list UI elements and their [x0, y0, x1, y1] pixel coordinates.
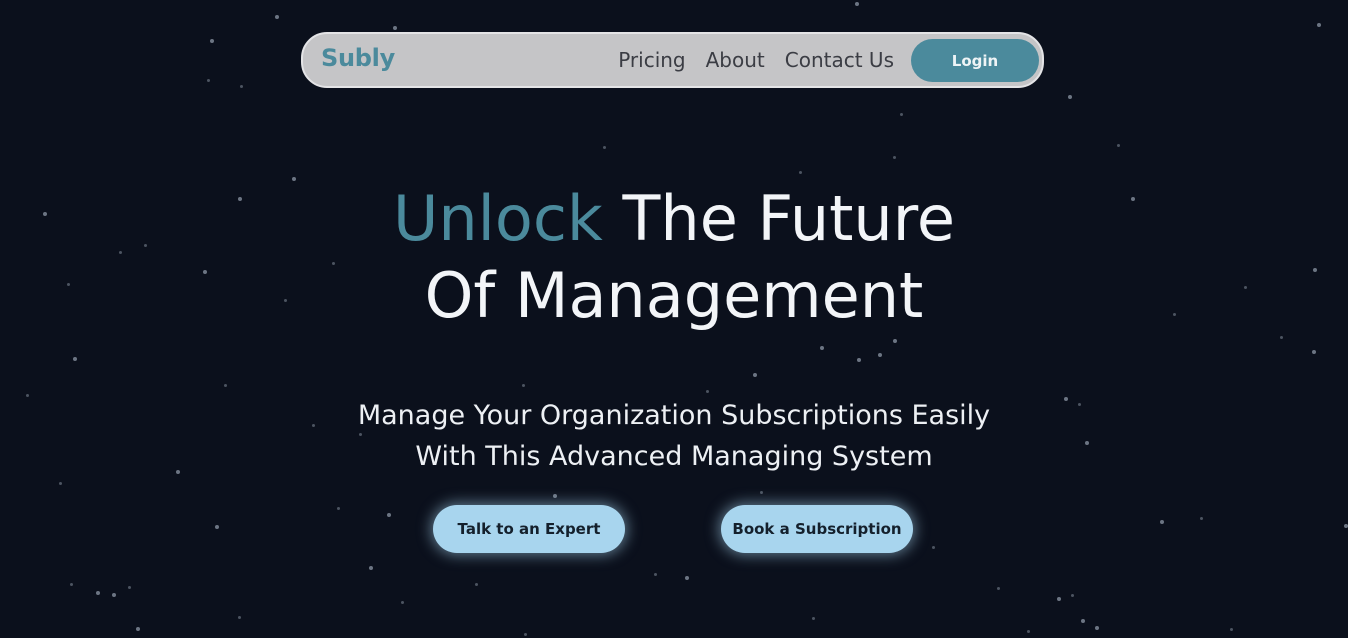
hero-subtitle-line2: With This Advanced Managing System	[415, 441, 933, 472]
star-dot	[997, 587, 1000, 590]
talk-to-expert-button[interactable]: Talk to an Expert	[433, 505, 625, 553]
star-dot	[1312, 350, 1316, 354]
star-dot	[1095, 626, 1099, 630]
hero-title-line2: Of Management	[424, 259, 924, 332]
star-dot	[603, 146, 606, 149]
brand-logo[interactable]: Subly	[321, 44, 395, 72]
star-dot	[760, 491, 763, 494]
star-dot	[893, 339, 897, 343]
nav-link-pricing[interactable]: Pricing	[618, 48, 685, 72]
star-dot	[799, 171, 802, 174]
star-dot	[893, 156, 896, 159]
book-subscription-button[interactable]: Book a Subscription	[721, 505, 913, 553]
star-dot	[240, 85, 243, 88]
star-dot	[654, 573, 657, 576]
star-dot	[1344, 524, 1348, 528]
star-dot	[685, 576, 689, 580]
star-dot	[96, 591, 100, 595]
star-dot	[820, 346, 824, 350]
star-dot	[553, 494, 557, 498]
star-dot	[932, 546, 935, 549]
star-dot	[401, 601, 404, 604]
nav-link-contact-us[interactable]: Contact Us	[785, 48, 894, 72]
star-dot	[706, 390, 709, 393]
star-dot	[210, 39, 214, 43]
star-dot	[524, 633, 527, 636]
star-dot	[878, 353, 882, 357]
hero-subtitle: Manage Your Organization Subscriptions E…	[0, 395, 1348, 477]
star-dot	[1200, 517, 1203, 520]
star-dot	[369, 566, 373, 570]
star-dot	[393, 26, 397, 30]
star-dot	[275, 15, 279, 19]
star-dot	[387, 513, 391, 517]
hero-subtitle-line1: Manage Your Organization Subscriptions E…	[357, 400, 991, 431]
star-dot	[475, 583, 478, 586]
star-dot	[238, 616, 241, 619]
star-dot	[337, 507, 340, 510]
nav-links: Pricing About Contact Us	[618, 48, 894, 72]
star-dot	[224, 384, 227, 387]
star-dot	[1280, 336, 1283, 339]
star-dot	[753, 373, 757, 377]
nav-link-about[interactable]: About	[706, 48, 765, 72]
star-dot	[1317, 23, 1321, 27]
star-dot	[207, 79, 210, 82]
top-navbar: Subly Pricing About Contact Us Login	[301, 32, 1044, 88]
star-dot	[1068, 95, 1072, 99]
hero-title: Unlock The Future Of Management	[0, 180, 1348, 334]
star-dot	[522, 384, 525, 387]
star-dot	[112, 593, 116, 597]
star-dot	[1230, 628, 1233, 631]
star-dot	[70, 583, 73, 586]
star-dot	[73, 357, 77, 361]
star-dot	[1057, 597, 1061, 601]
login-button[interactable]: Login	[911, 39, 1039, 82]
star-dot	[1117, 144, 1120, 147]
star-dot	[1081, 619, 1085, 623]
star-dot	[128, 586, 131, 589]
star-dot	[59, 482, 62, 485]
star-dot	[812, 617, 815, 620]
star-dot	[1071, 594, 1074, 597]
star-dot	[900, 113, 903, 116]
hero-title-accent: Unlock	[392, 182, 603, 255]
star-dot	[857, 358, 861, 362]
star-dot	[1160, 520, 1164, 524]
star-dot	[215, 525, 219, 529]
star-dot	[136, 627, 140, 631]
star-dot	[855, 2, 859, 6]
hero-title-line1-rest: The Future	[622, 182, 955, 255]
star-dot	[1027, 630, 1030, 633]
landing-page: Subly Pricing About Contact Us Login Unl…	[0, 0, 1348, 638]
